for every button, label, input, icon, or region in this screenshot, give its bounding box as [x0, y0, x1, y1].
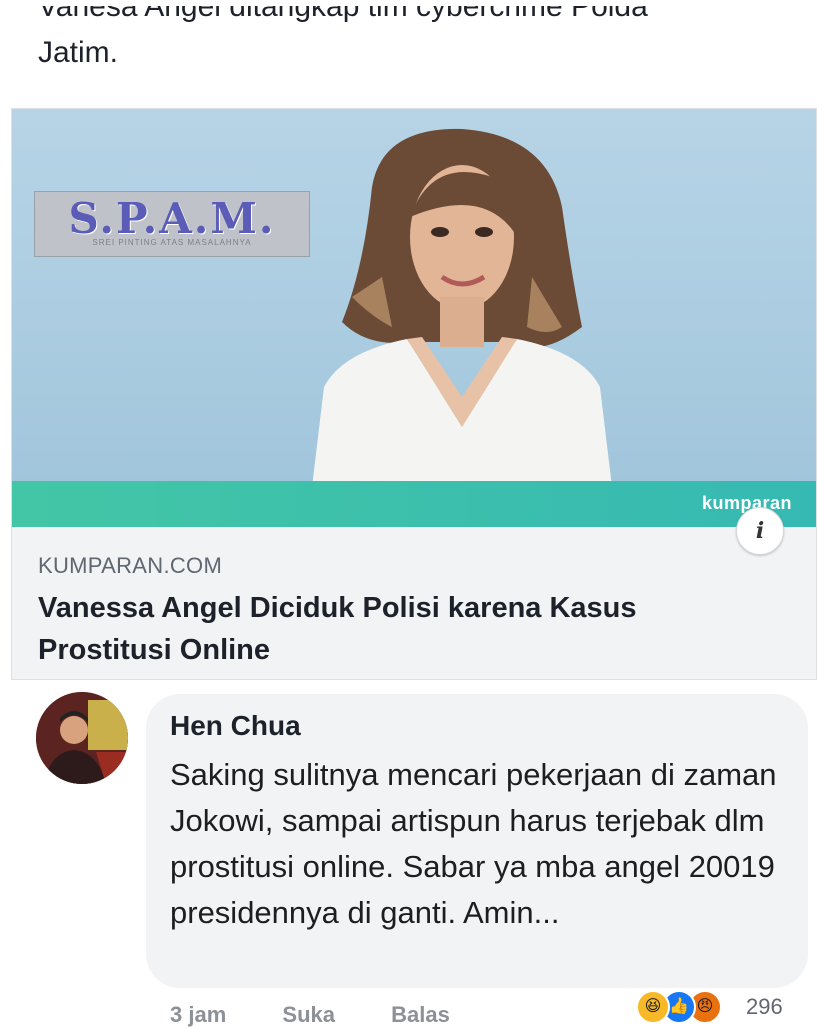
link-preview-card[interactable]: S.P.A.M. SREI PINTING ATAS MASALAHNYA ku…: [11, 108, 817, 680]
comment-time: 3 jam: [170, 1002, 227, 1027]
spam-watermark-logo: S.P.A.M. SREI PINTING ATAS MASALAHNYA: [34, 191, 310, 257]
comment-bubble: Hen Chua Saking sulitnya mencari pekerja…: [146, 694, 808, 988]
commenter-avatar[interactable]: [36, 692, 128, 784]
person-photo: [312, 128, 612, 487]
avatar-photo: [36, 692, 128, 784]
link-headline[interactable]: Vanessa Angel Diciduk Polisi karena Kasu…: [38, 587, 778, 671]
post-text-line1: Vanesa Angel ditangkap tim cybercrime Po…: [38, 6, 648, 23]
comment-author[interactable]: Hen Chua: [170, 710, 301, 742]
haha-icon: 😆: [636, 990, 670, 1024]
link-source-domain: KUMPARAN.COM: [38, 553, 223, 578]
spam-logo-title: S.P.A.M.: [68, 194, 276, 243]
comment-text: Saking sulitnya mencari pekerjaan di zam…: [170, 757, 777, 930]
kumparan-banner: [12, 481, 816, 527]
post-text: Vanesa Angel ditangkap tim cybercrime Po…: [38, 6, 798, 76]
reaction-count: 296: [746, 994, 783, 1019]
post-text-line2: Jatim.: [38, 36, 119, 69]
comment-actions: 3 jam Suka Balas: [170, 1002, 500, 1028]
spam-logo-subtitle: SREI PINTING ATAS MASALAHNYA: [92, 238, 252, 247]
reply-button[interactable]: Balas: [391, 1002, 450, 1027]
link-preview-image[interactable]: S.P.A.M. SREI PINTING ATAS MASALAHNYA ku…: [12, 109, 816, 527]
like-button[interactable]: Suka: [282, 1002, 335, 1027]
info-icon[interactable]: i: [736, 507, 784, 555]
